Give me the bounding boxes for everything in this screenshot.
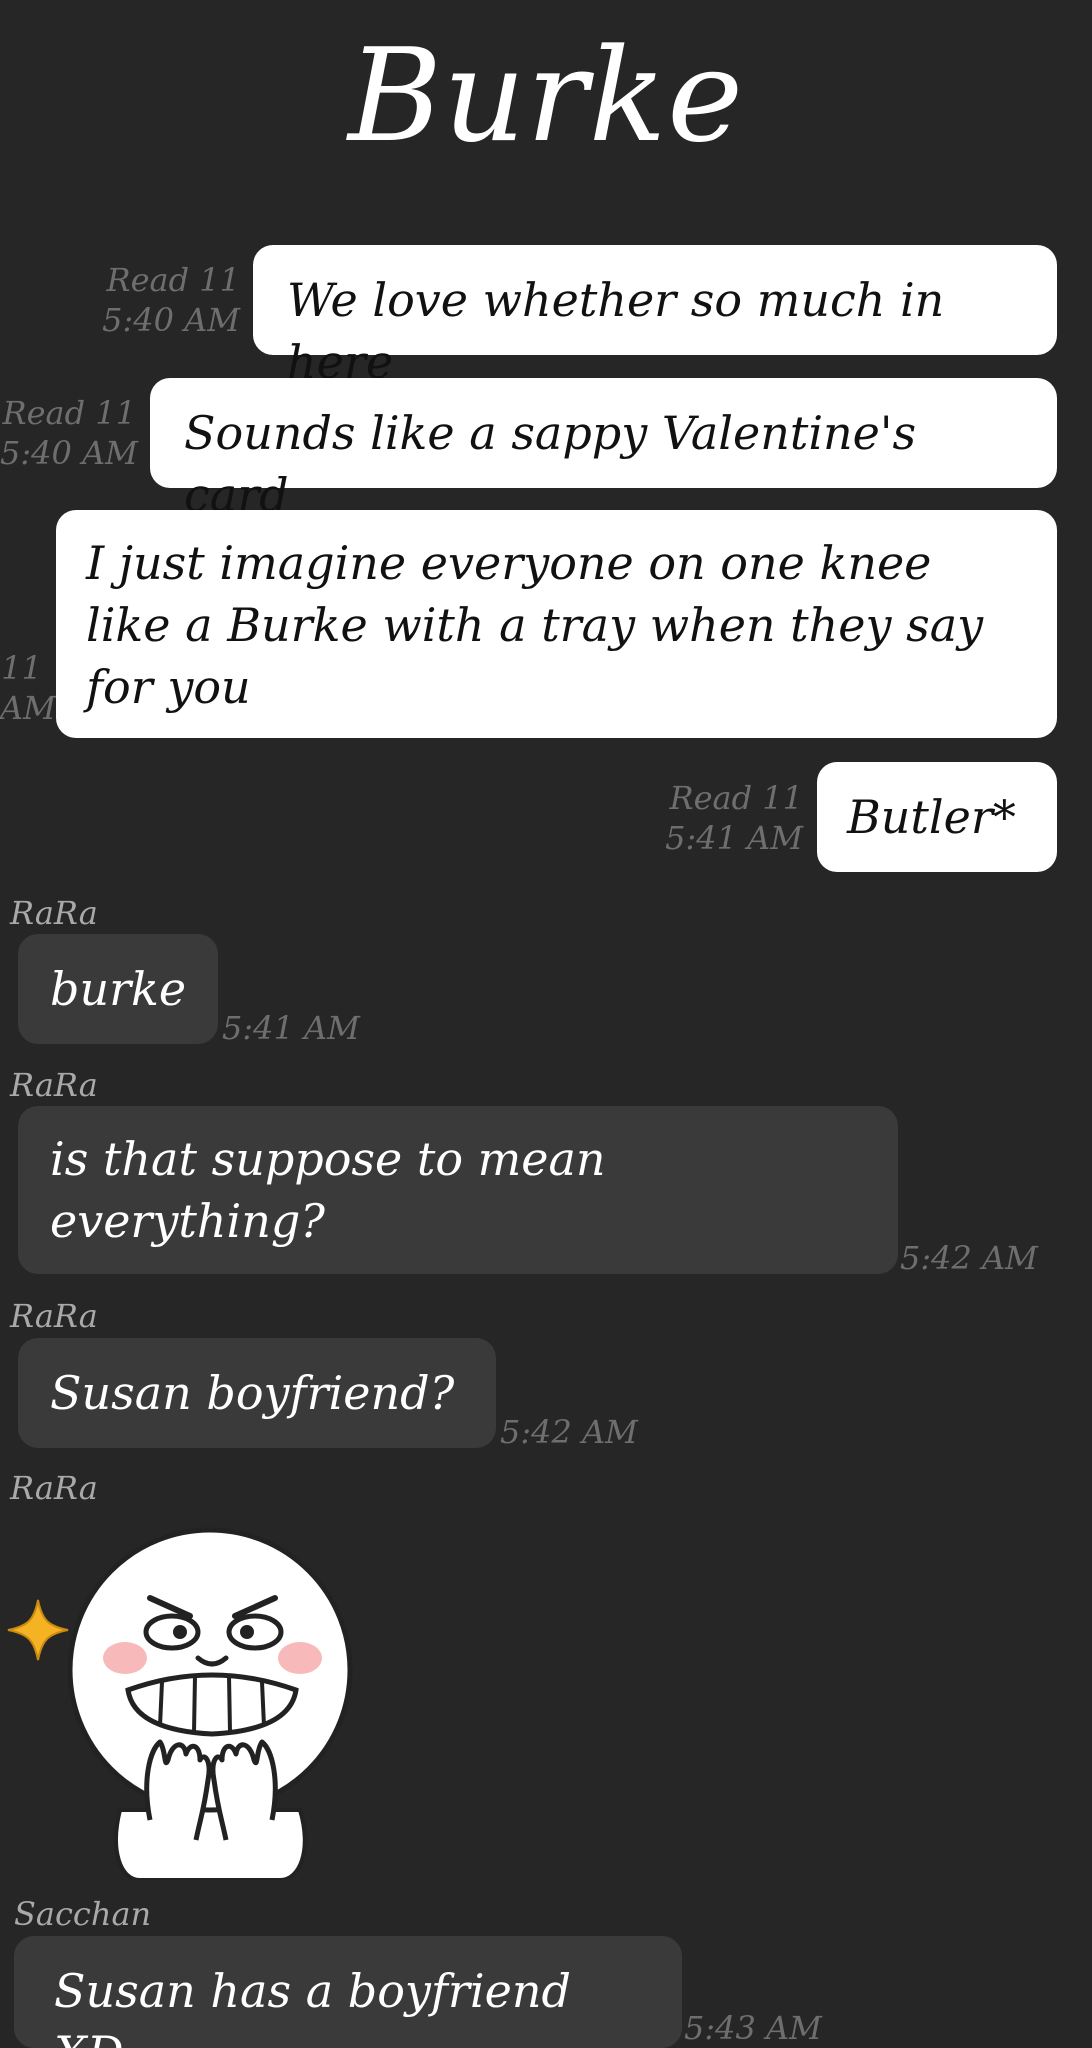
grinning-moon-face-sticker[interactable] xyxy=(0,1520,380,1882)
read-status: 11 xyxy=(1,649,42,687)
message-text: for you xyxy=(86,660,251,714)
message-time: 5:42 AM xyxy=(500,1413,638,1451)
message-bubble-incoming[interactable]: Susan has a boyfriend XD xyxy=(14,1936,682,2048)
message-text: Susan boyfriend? xyxy=(50,1366,455,1420)
read-receipt: Read 11 5:40 AM xyxy=(80,260,240,340)
sender-name: RaRa xyxy=(10,1297,98,1335)
read-status: Read 11 xyxy=(2,394,136,432)
message-text: Butler* xyxy=(847,790,1016,844)
message-text: burke xyxy=(50,962,187,1016)
message-text: is that suppose to mean xyxy=(50,1132,606,1186)
message-time: 5:40 AM xyxy=(102,301,240,339)
message-bubble-outgoing[interactable]: I just imagine everyone on one knee like… xyxy=(56,510,1057,738)
message-text: like a Burke with a tray when they say xyxy=(86,598,984,652)
sender-name: RaRa xyxy=(10,894,98,932)
read-receipt: Read 11 5:40 AM xyxy=(0,393,138,473)
message-time: 5:40 AM xyxy=(0,434,138,472)
message-bubble-incoming[interactable]: is that suppose to mean everything? xyxy=(18,1106,898,1274)
message-bubble-incoming[interactable]: Susan boyfriend? xyxy=(18,1338,496,1448)
message-text: everything? xyxy=(50,1194,325,1248)
message-text: Susan has a boyfriend XD xyxy=(54,1964,571,2048)
message-time: 5:43 AM xyxy=(684,2009,822,2047)
message-text: Sounds like a sappy Valentine's card xyxy=(184,406,917,522)
read-status: Read 11 xyxy=(669,779,803,817)
message-bubble-incoming[interactable]: burke xyxy=(18,934,218,1044)
read-status: Read 11 xyxy=(106,261,240,299)
sticker-image xyxy=(7,1527,353,1882)
message-bubble-outgoing[interactable]: We love whether so much in here xyxy=(253,245,1057,389)
chat-screen: Burke Read 11 5:40 AM We love whether so… xyxy=(0,0,1092,2048)
read-receipt: 11 AM xyxy=(0,648,56,728)
message-text: We love whether so much in here xyxy=(287,273,945,389)
sender-name: RaRa xyxy=(10,1469,98,1507)
chat-title: Burke xyxy=(348,22,744,171)
message-time: 5:41 AM xyxy=(222,1009,360,1047)
message-time: AM xyxy=(0,689,56,727)
message-time: 5:42 AM xyxy=(900,1239,1038,1277)
message-bubble-outgoing[interactable]: Sounds like a sappy Valentine's card xyxy=(150,378,1057,522)
message-text: I just imagine everyone on one knee xyxy=(86,536,932,590)
sparkle-icon xyxy=(7,1599,69,1661)
read-receipt: Read 11 5:41 AM xyxy=(660,778,803,858)
sender-name: Sacchan xyxy=(14,1895,152,1933)
message-bubble-outgoing[interactable]: Butler* xyxy=(817,762,1057,872)
sender-name: RaRa xyxy=(10,1066,98,1104)
message-time: 5:41 AM xyxy=(665,819,803,857)
